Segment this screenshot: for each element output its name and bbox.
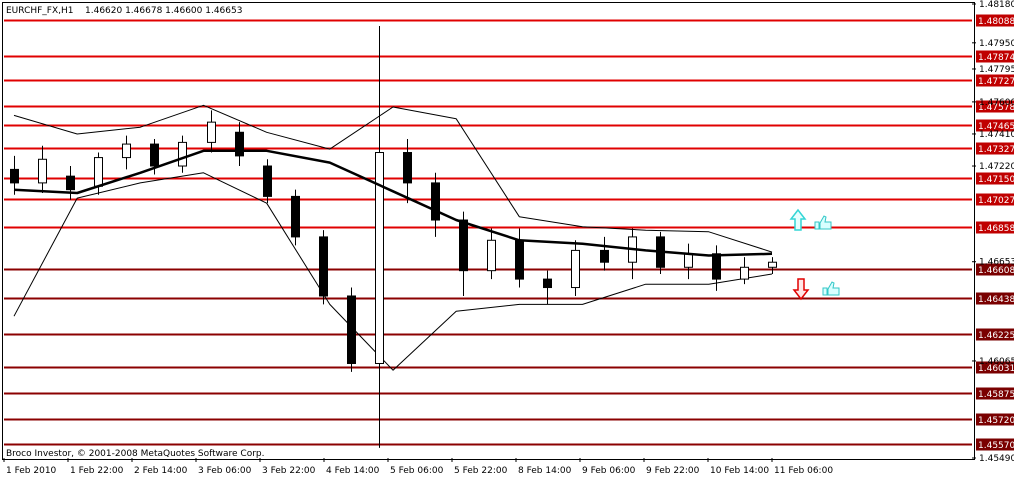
level-label: 1.46438 [978, 295, 1014, 305]
level-label: 1.46858 [978, 224, 1014, 234]
candle-body [94, 157, 103, 187]
level-label: 1.45720 [978, 416, 1014, 426]
level-label: 1.47150 [978, 175, 1014, 185]
level-label: 1.47727 [978, 77, 1014, 87]
x-tick-label: 5 Feb 06:00 [390, 466, 444, 476]
candle-body [263, 165, 272, 197]
candle-body [600, 249, 609, 263]
x-tick-label: 5 Feb 22:00 [454, 466, 508, 476]
candle-body [684, 253, 693, 268]
candle-body [740, 266, 749, 280]
level-label: 1.45570 [978, 441, 1014, 451]
candle-body [768, 261, 777, 268]
candle-body [459, 219, 468, 272]
chart-header-ohlc: 1.46620 1.46678 1.46600 1.46653 [85, 6, 242, 16]
x-tick-label: 2 Feb 14:00 [134, 466, 188, 476]
candle-body [319, 236, 328, 297]
candle-body [712, 253, 721, 280]
candle-body [10, 168, 19, 184]
x-tick-label: 3 Feb 22:00 [262, 466, 316, 476]
x-tick-label: 1 Feb 2010 [6, 466, 57, 476]
y-tick-label: 1.47410 [979, 130, 1014, 140]
level-label: 1.47027 [978, 196, 1014, 206]
candle-body [150, 143, 159, 167]
chart-canvas: EURCHF_FX,H1 1.46620 1.46678 1.46600 1.4… [0, 0, 1014, 479]
candle-body [291, 195, 300, 238]
chart-header-symbol: EURCHF_FX,H1 [6, 6, 74, 16]
candle-body [571, 249, 580, 289]
candle-body [543, 278, 552, 289]
candle-body [207, 121, 216, 143]
candle-body [515, 239, 524, 280]
candle-body [347, 295, 356, 364]
candle-body [487, 239, 496, 272]
candle-body [66, 175, 75, 191]
y-tick-label: 1.47950 [979, 39, 1014, 49]
x-tick-label: 9 Feb 06:00 [582, 466, 636, 476]
level-label: 1.48088 [978, 17, 1014, 27]
y-tick-label: 1.47600 [979, 98, 1014, 108]
y-tick-label: 1.45490 [979, 454, 1014, 464]
candlestick-chart: EURCHF_FX,H1 1.46620 1.46678 1.46600 1.4… [0, 0, 1014, 479]
x-tick-label: 3 Feb 06:00 [198, 466, 252, 476]
candle-body [122, 143, 131, 159]
level-label: 1.47874 [978, 53, 1014, 63]
x-tick-label: 10 Feb 14:00 [710, 466, 769, 476]
candle-body [235, 131, 244, 157]
candle-body [403, 152, 412, 184]
x-tick-label: 9 Feb 22:00 [646, 466, 700, 476]
level-label: 1.46225 [978, 331, 1014, 341]
copyright-text: Broco Investor, © 2001-2008 MetaQuotes S… [6, 449, 265, 459]
y-tick-label: 1.48180 [979, 0, 1014, 10]
candle-body [431, 182, 440, 221]
candle-body [38, 158, 47, 184]
level-label: 1.45875 [978, 390, 1014, 400]
y-tick-label: 1.46653 [979, 258, 1014, 268]
chart-background [0, 0, 1014, 479]
level-label: 1.47327 [978, 145, 1014, 155]
candle-body [178, 141, 187, 167]
x-tick-label: 11 Feb 06:00 [774, 466, 833, 476]
y-tick-label: 1.47220 [979, 162, 1014, 172]
x-tick-label: 1 Feb 22:00 [70, 466, 124, 476]
x-tick-label: 4 Feb 14:00 [326, 466, 380, 476]
y-tick-label: 1.47795 [979, 65, 1014, 75]
x-tick-label: 8 Feb 14:00 [518, 466, 572, 476]
y-tick-label: 1.46065 [979, 357, 1014, 367]
